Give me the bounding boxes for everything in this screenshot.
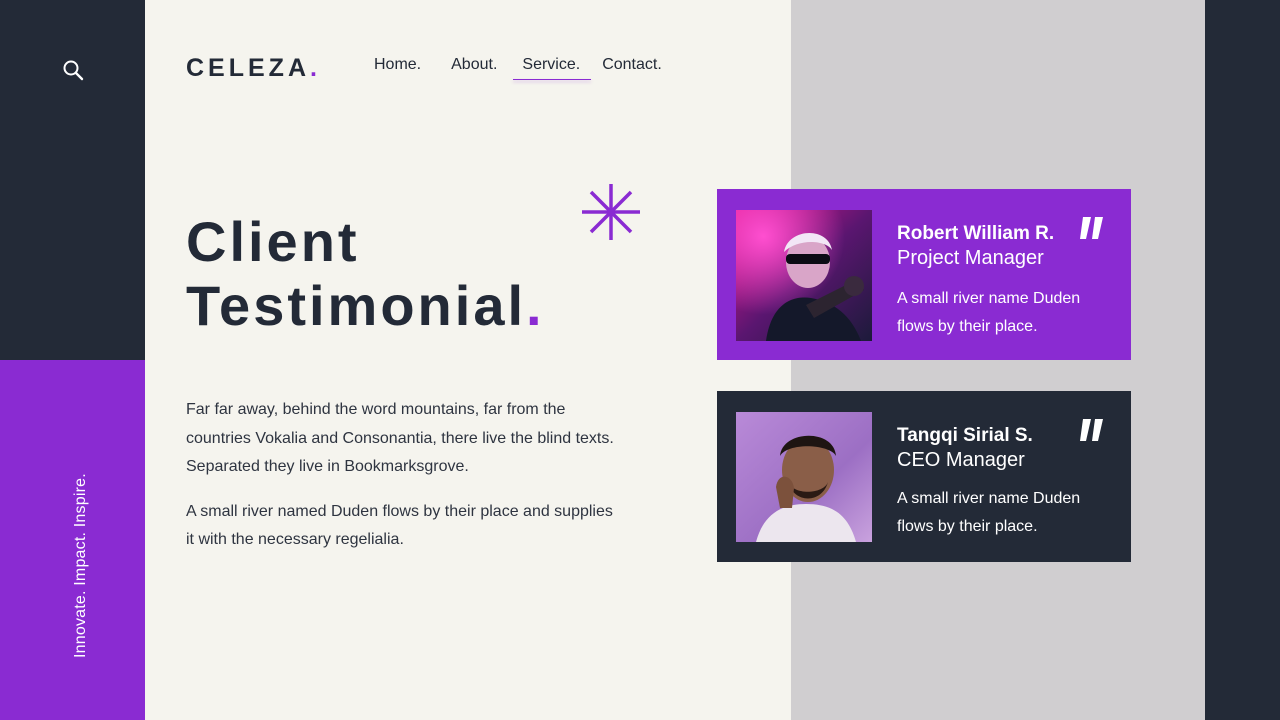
search-button[interactable] <box>60 57 86 83</box>
search-icon <box>63 60 84 81</box>
testimonial-card-2: Tangqi Sirial S. CEO Manager A small riv… <box>717 391 1131 562</box>
sidebar-top <box>0 0 145 360</box>
quote-icon <box>1080 217 1103 239</box>
title-line-2: Testimonial <box>186 274 527 337</box>
right-panel <box>791 0 1205 720</box>
right-edge-panel <box>1205 0 1280 720</box>
nav-about[interactable]: About. <box>451 56 497 74</box>
intro-paragraph-2: A small river named Duden flows by their… <box>186 502 613 549</box>
title-line-1: Client <box>186 210 360 273</box>
intro-paragraph-1: Far far away, behind the word mountains,… <box>186 401 614 475</box>
logo-dot: . <box>310 54 321 82</box>
testimonial-quote: A small river name Duden flows by their … <box>897 490 1081 535</box>
title-dot: . <box>526 274 545 337</box>
testimonial-name: Robert William R. <box>897 223 1055 244</box>
testimonial-role: Project Manager <box>897 247 1044 269</box>
avatar-tangqi <box>736 412 872 542</box>
testimonial-card-1: Robert William R. Project Manager A smal… <box>717 189 1131 360</box>
quote-icon <box>1080 419 1103 441</box>
nav-home[interactable]: Home. <box>374 56 421 74</box>
nav-service[interactable]: Service. <box>513 56 591 80</box>
logo[interactable]: CELEZA. <box>186 54 321 83</box>
testimonial-quote: A small river name Duden flows by their … <box>897 290 1081 335</box>
tagline: Innovate. Impact. Inspire. <box>72 473 89 658</box>
logo-text: CELEZA <box>186 54 310 82</box>
main-nav: Home. About. Service. Contact. <box>374 56 662 80</box>
intro-text: Far far away, behind the word mountains,… <box>186 396 616 555</box>
page-title: Client Testimonial. <box>186 210 545 338</box>
nav-contact[interactable]: Contact. <box>602 56 662 74</box>
avatar-robert <box>736 210 872 341</box>
testimonial-role: CEO Manager <box>897 449 1025 471</box>
testimonial-name: Tangqi Sirial S. <box>897 425 1033 446</box>
asterisk-icon <box>582 184 640 240</box>
